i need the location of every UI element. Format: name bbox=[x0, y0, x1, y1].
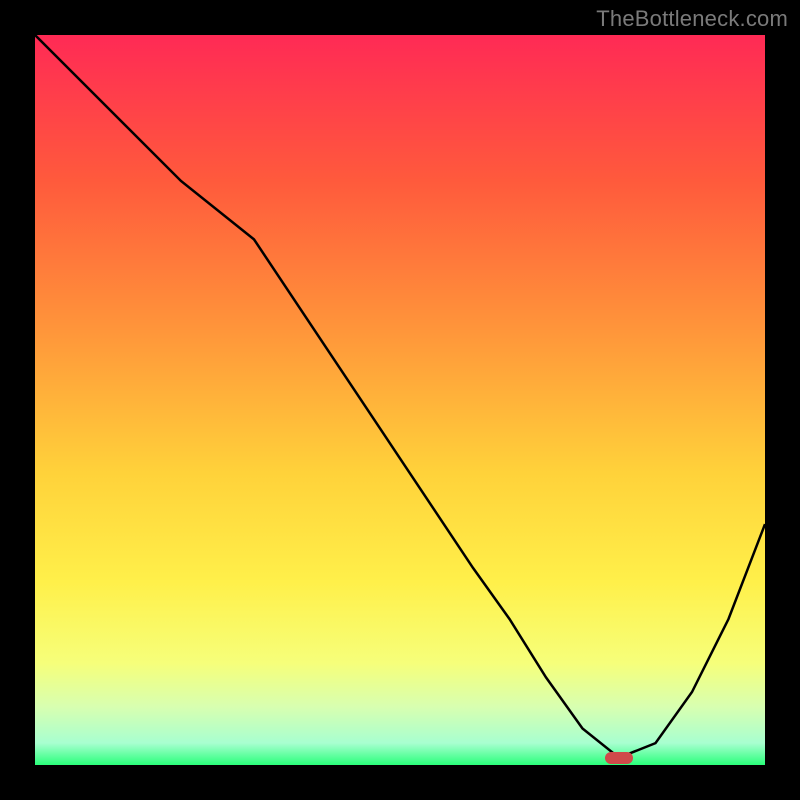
bottleneck-curve bbox=[35, 35, 765, 765]
chart-container: TheBottleneck.com bbox=[0, 0, 800, 800]
plot-area bbox=[35, 35, 765, 765]
watermark-label: TheBottleneck.com bbox=[596, 6, 788, 32]
optimal-point-marker bbox=[605, 752, 633, 764]
